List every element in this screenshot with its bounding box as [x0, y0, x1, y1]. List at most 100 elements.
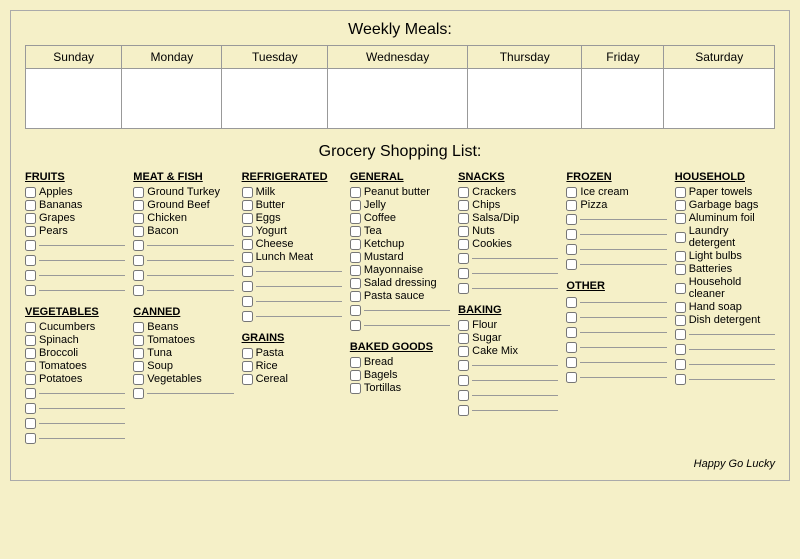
blank-checkbox[interactable]: [242, 281, 253, 292]
blank-checkbox[interactable]: [566, 214, 577, 225]
item-checkbox[interactable]: [350, 278, 361, 289]
blank-checkbox[interactable]: [133, 255, 144, 266]
blank-checkbox[interactable]: [566, 372, 577, 383]
blank-checkbox[interactable]: [566, 259, 577, 270]
blank-checkbox[interactable]: [675, 344, 686, 355]
item-checkbox[interactable]: [25, 322, 36, 333]
blank-line-decoration: [580, 264, 666, 265]
blank-checkbox[interactable]: [242, 266, 253, 277]
item-checkbox[interactable]: [675, 187, 686, 198]
item-checkbox[interactable]: [25, 226, 36, 237]
item-checkbox[interactable]: [566, 200, 577, 211]
item-checkbox[interactable]: [25, 374, 36, 385]
item-checkbox[interactable]: [25, 348, 36, 359]
item-checkbox[interactable]: [133, 374, 144, 385]
blank-checkbox[interactable]: [242, 296, 253, 307]
item-checkbox[interactable]: [675, 302, 686, 313]
item-checkbox[interactable]: [133, 335, 144, 346]
item-checkbox[interactable]: [675, 213, 686, 224]
blank-checkbox[interactable]: [566, 327, 577, 338]
item-checkbox[interactable]: [25, 335, 36, 346]
item-checkbox[interactable]: [350, 291, 361, 302]
item-checkbox[interactable]: [458, 200, 469, 211]
blank-checkbox[interactable]: [566, 357, 577, 368]
item-checkbox[interactable]: [458, 320, 469, 331]
blank-checkbox[interactable]: [350, 305, 361, 316]
item-checkbox[interactable]: [25, 200, 36, 211]
item-checkbox[interactable]: [350, 226, 361, 237]
item-checkbox[interactable]: [350, 265, 361, 276]
item-checkbox[interactable]: [25, 361, 36, 372]
item-checkbox[interactable]: [350, 213, 361, 224]
item-checkbox[interactable]: [350, 239, 361, 250]
blank-checkbox[interactable]: [25, 270, 36, 281]
item-checkbox[interactable]: [133, 361, 144, 372]
item-checkbox[interactable]: [242, 200, 253, 211]
item-checkbox[interactable]: [350, 200, 361, 211]
item-checkbox[interactable]: [242, 213, 253, 224]
item-checkbox[interactable]: [25, 187, 36, 198]
item-checkbox[interactable]: [242, 226, 253, 237]
blank-checkbox[interactable]: [675, 329, 686, 340]
item-checkbox[interactable]: [350, 370, 361, 381]
item-checkbox[interactable]: [242, 252, 253, 263]
item-checkbox[interactable]: [675, 200, 686, 211]
blank-checkbox[interactable]: [675, 359, 686, 370]
blank-checkbox[interactable]: [458, 268, 469, 279]
blank-checkbox[interactable]: [25, 388, 36, 399]
item-checkbox[interactable]: [458, 333, 469, 344]
item-checkbox[interactable]: [242, 374, 253, 385]
item-checkbox[interactable]: [350, 187, 361, 198]
blank-checkbox[interactable]: [133, 240, 144, 251]
blank-checkbox[interactable]: [133, 388, 144, 399]
item-checkbox[interactable]: [242, 187, 253, 198]
blank-checkbox[interactable]: [350, 320, 361, 331]
blank-checkbox[interactable]: [566, 244, 577, 255]
item-checkbox[interactable]: [350, 357, 361, 368]
blank-checkbox[interactable]: [675, 374, 686, 385]
blank-checkbox[interactable]: [458, 283, 469, 294]
item-checkbox[interactable]: [242, 348, 253, 359]
blank-checkbox[interactable]: [25, 403, 36, 414]
item-checkbox[interactable]: [133, 348, 144, 359]
blank-checkbox[interactable]: [25, 433, 36, 444]
item-checkbox[interactable]: [350, 383, 361, 394]
item-checkbox[interactable]: [566, 187, 577, 198]
item-checkbox[interactable]: [675, 283, 686, 294]
blank-checkbox[interactable]: [133, 270, 144, 281]
blank-checkbox[interactable]: [458, 405, 469, 416]
item-checkbox[interactable]: [133, 322, 144, 333]
blank-checkbox[interactable]: [458, 375, 469, 386]
item-checkbox[interactable]: [242, 239, 253, 250]
blank-checkbox[interactable]: [25, 255, 36, 266]
blank-checkbox[interactable]: [566, 342, 577, 353]
item-checkbox[interactable]: [25, 213, 36, 224]
item-checkbox[interactable]: [242, 361, 253, 372]
item-checkbox[interactable]: [133, 226, 144, 237]
item-checkbox[interactable]: [458, 239, 469, 250]
blank-checkbox[interactable]: [566, 312, 577, 323]
blank-checkbox[interactable]: [25, 285, 36, 296]
blank-checkbox[interactable]: [566, 229, 577, 240]
item-checkbox[interactable]: [675, 264, 686, 275]
item-checkbox[interactable]: [458, 187, 469, 198]
blank-checkbox[interactable]: [25, 418, 36, 429]
item-checkbox[interactable]: [133, 187, 144, 198]
item-checkbox[interactable]: [458, 213, 469, 224]
item-checkbox[interactable]: [458, 226, 469, 237]
blank-checkbox[interactable]: [133, 285, 144, 296]
item-checkbox[interactable]: [350, 252, 361, 263]
item-checkbox[interactable]: [133, 213, 144, 224]
blank-checkbox[interactable]: [458, 253, 469, 264]
item-checkbox[interactable]: [675, 251, 686, 262]
blank-checkbox[interactable]: [566, 297, 577, 308]
blank-checkbox[interactable]: [458, 390, 469, 401]
blank-checkbox[interactable]: [242, 311, 253, 322]
item-checkbox[interactable]: [133, 200, 144, 211]
blank-checkbox[interactable]: [458, 360, 469, 371]
item-checkbox[interactable]: [675, 315, 686, 326]
item-label: Ground Beef: [147, 199, 209, 211]
item-checkbox[interactable]: [458, 346, 469, 357]
blank-checkbox[interactable]: [25, 240, 36, 251]
item-checkbox[interactable]: [675, 232, 686, 243]
